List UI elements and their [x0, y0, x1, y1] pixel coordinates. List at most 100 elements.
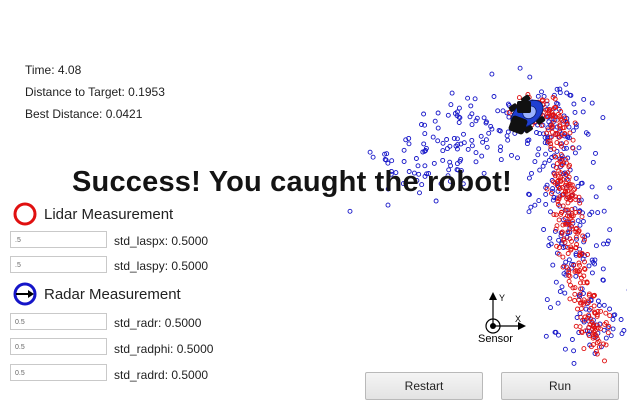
time-readout: Time: 4.08 [25, 63, 82, 77]
sensor-origin-icon [485, 292, 526, 334]
radar-point [571, 348, 577, 354]
radar-point [573, 273, 579, 279]
radar-point [445, 112, 451, 118]
best-distance-readout: Best Distance: 0.0421 [25, 107, 143, 121]
radar-point [581, 96, 587, 102]
radar-point [593, 150, 598, 156]
radar-point [589, 100, 595, 106]
lidar-circle-icon [13, 202, 37, 226]
radar-point [603, 335, 609, 341]
radar-point [576, 145, 582, 151]
radar-point [495, 108, 501, 114]
radar-point [535, 152, 541, 158]
radar-point [557, 289, 563, 294]
radar-point [571, 101, 577, 107]
radar-point [590, 159, 596, 165]
radar-point [454, 161, 460, 167]
radar-point [543, 151, 549, 157]
std-radrd-label: std_radrd: 0.5000 [114, 368, 209, 382]
radar-point [480, 139, 486, 145]
radar-point [607, 185, 613, 191]
radar-point [448, 102, 454, 108]
std-radr-input[interactable] [10, 313, 107, 330]
sensor-x-axis-label: X [515, 314, 521, 324]
radar-point [435, 110, 441, 116]
radar-point [347, 208, 353, 214]
radar-point [498, 157, 504, 163]
radar-point [571, 360, 577, 366]
std-radphi-input[interactable] [10, 338, 107, 355]
radar-point [575, 218, 581, 224]
radar-point [572, 150, 578, 156]
radar-point [401, 147, 407, 153]
radar-legend-label: Radar Measurement [44, 285, 181, 303]
radar-point [596, 303, 602, 308]
lidar-point [567, 296, 573, 302]
sensor-label: Sensor [478, 333, 513, 345]
radar-point-cloud [347, 65, 627, 397]
radar-point [440, 140, 446, 146]
radar-point [577, 311, 583, 316]
radar-point [489, 71, 495, 77]
std-laspx-input[interactable] [10, 231, 107, 248]
radar-point [548, 305, 553, 311]
std-laspy-input[interactable] [10, 256, 107, 273]
radar-point [456, 120, 462, 125]
lidar-point [578, 306, 584, 312]
radar-point [447, 143, 453, 149]
radar-point [515, 155, 520, 161]
lidar-point [554, 161, 560, 167]
radar-point [461, 131, 466, 137]
radar-point [610, 316, 616, 322]
std-radphi-label: std_radphi: 0.5000 [114, 342, 214, 356]
radar-point [577, 222, 583, 228]
restart-button[interactable]: Restart [365, 372, 483, 400]
radar-point [555, 300, 561, 306]
lidar-point [565, 200, 571, 206]
radar-point [484, 144, 490, 150]
radar-point [554, 86, 560, 92]
radar-point [539, 89, 544, 95]
radar-point [580, 109, 586, 115]
radar-point [435, 138, 441, 144]
radar-legend: Radar Measurement [12, 281, 181, 307]
radar-point [413, 156, 419, 161]
lidar-point [591, 303, 597, 309]
radar-point [550, 262, 556, 268]
radar-point [580, 218, 586, 224]
radar-point [422, 131, 428, 137]
run-button[interactable]: Run [501, 372, 619, 400]
radar-point [537, 167, 543, 173]
radar-point [465, 95, 471, 101]
std-radrd-input[interactable] [10, 364, 107, 381]
lidar-point [563, 140, 569, 146]
radar-point [562, 290, 568, 296]
lidar-legend: Lidar Measurement [12, 201, 173, 227]
radar-point [389, 158, 395, 164]
radar-point [370, 154, 376, 160]
sensor-y-axis-label: Y [499, 293, 505, 303]
lidar-point [607, 313, 613, 319]
radar-point [430, 134, 436, 140]
radar-point [589, 270, 595, 276]
lidar-point [570, 137, 576, 143]
radar-point [481, 115, 487, 121]
radar-point [535, 93, 541, 99]
radar-point [544, 297, 550, 303]
radar-point [536, 198, 542, 204]
radar-point [595, 210, 601, 216]
radar-point [517, 65, 523, 71]
radar-point [607, 306, 613, 312]
radar-point [564, 145, 569, 151]
radar-point [572, 109, 578, 115]
std-radr-label: std_radr: 0.5000 [114, 316, 202, 330]
radar-point [543, 191, 549, 197]
radar-point [483, 137, 489, 143]
radar-point [593, 194, 599, 200]
radar-point [504, 133, 510, 139]
radar-point [506, 114, 512, 120]
radar-point [465, 146, 471, 152]
radar-point [505, 137, 511, 143]
radar-point [469, 143, 475, 149]
radar-point [385, 202, 391, 208]
